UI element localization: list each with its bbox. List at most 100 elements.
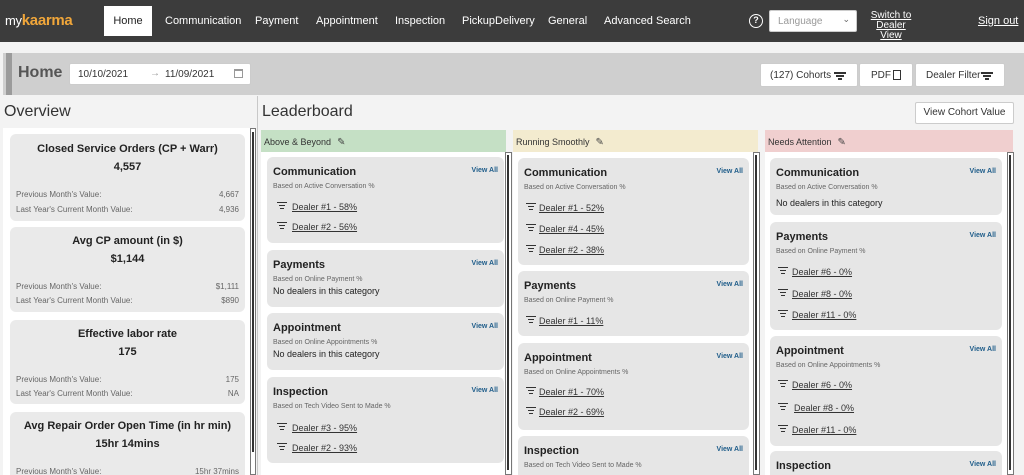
date-range-picker[interactable]: 10/10/2021 → 11/09/2021 <box>69 63 251 85</box>
card-title: Communication <box>273 166 357 178</box>
nav-home[interactable]: Home <box>104 6 152 36</box>
metric-card: Payments View All Based on Online Paymen… <box>770 222 1002 330</box>
last-year-value: 4,936 <box>218 205 239 214</box>
brand-logo[interactable]: mykaarma <box>5 12 73 29</box>
dealer-link[interactable]: Dealer #8 - 0% <box>794 403 854 413</box>
card-title: Payments <box>524 280 576 292</box>
nav-payment[interactable]: Payment <box>255 0 298 42</box>
dealer-link[interactable]: Dealer #2 - 38% <box>539 245 604 255</box>
dealer-link[interactable]: Dealer #1 - 52% <box>539 203 604 213</box>
dealer-link[interactable]: Dealer #11 - 0% <box>792 425 856 435</box>
dealer-link[interactable]: Dealer #1 - 70% <box>539 387 604 397</box>
overview-scrollbar[interactable] <box>250 128 256 475</box>
metric-card: Communication View All Based on Active C… <box>770 158 1002 215</box>
switch-dealer-view-link[interactable]: Switch to Dealer View <box>866 11 916 41</box>
pdf-button[interactable]: PDF <box>859 63 913 87</box>
view-all-link[interactable]: View All <box>970 168 996 175</box>
sign-out-link[interactable]: Sign out <box>978 15 1018 27</box>
overview-title: Overview <box>4 103 71 120</box>
card-subtitle: Based on Online Appointments % <box>776 362 881 369</box>
pencil-icon[interactable]: ✎ <box>596 137 604 148</box>
card-title: Payments <box>776 231 828 243</box>
overview-card: Avg Repair Order Open Time (in hr min) 1… <box>10 412 245 475</box>
view-all-link[interactable]: View All <box>717 168 743 175</box>
leaderboard-title: Leaderboard <box>262 103 353 120</box>
dealer-link[interactable]: Dealer #4 - 45% <box>539 224 604 234</box>
view-all-link[interactable]: View All <box>472 260 498 267</box>
list-icon <box>526 407 536 415</box>
column-scrollbar[interactable] <box>1007 152 1014 475</box>
list-icon <box>526 387 536 395</box>
card-subtitle: Based on Online Appointments % <box>524 369 629 376</box>
view-cohort-value-button[interactable]: View Cohort Value <box>915 102 1014 124</box>
dealer-link[interactable]: Dealer #1 - 58% <box>292 202 357 212</box>
calendar-icon[interactable] <box>234 69 243 78</box>
last-year-label: Last Year's Current Month Value: <box>16 205 133 214</box>
list-icon <box>277 222 287 230</box>
dealer-link[interactable]: Dealer #2 - 69% <box>539 407 604 417</box>
metric-card: Communication View All Based on Active C… <box>518 158 749 265</box>
column-above-beyond: Above & Beyond ✎ Communication View All B… <box>261 130 506 475</box>
list-icon <box>778 403 788 411</box>
view-all-link[interactable]: View All <box>472 387 498 394</box>
metric-card: Inspection View All Based on Tech Video … <box>518 436 749 475</box>
last-year-label: Last Year's Current Month Value: <box>16 296 133 305</box>
view-all-link[interactable]: View All <box>717 353 743 360</box>
nav-general[interactable]: General <box>548 0 587 42</box>
view-all-link[interactable]: View All <box>717 281 743 288</box>
dealer-link[interactable]: Dealer #3 - 95% <box>292 423 357 433</box>
card-subtitle: Based on Active Conversation % <box>776 184 878 191</box>
empty-message: No dealers in this category <box>273 286 380 296</box>
metric-card: Payments View All Based on Online Paymen… <box>518 271 749 336</box>
scrollbar-thumb[interactable] <box>507 155 509 470</box>
language-select[interactable]: Language ⌄ <box>769 10 857 32</box>
dealer-link[interactable]: Dealer #11 - 0% <box>792 310 856 320</box>
card-subtitle: Based on Online Payment % <box>776 248 866 255</box>
pencil-icon[interactable]: ✎ <box>337 137 345 148</box>
list-icon <box>526 316 536 324</box>
list-icon <box>526 245 536 253</box>
view-all-link[interactable]: View All <box>970 232 996 239</box>
dealer-link[interactable]: Dealer #6 - 0% <box>792 380 852 390</box>
card-title: Inspection <box>776 460 832 472</box>
view-all-link[interactable]: View All <box>472 323 498 330</box>
cohorts-button[interactable]: (127) Cohorts <box>760 63 858 87</box>
view-all-link[interactable]: View All <box>717 446 743 453</box>
list-icon <box>778 425 788 433</box>
list-icon <box>778 380 788 388</box>
dealer-link[interactable]: Dealer #8 - 0% <box>792 289 852 299</box>
date-from: 10/10/2021 <box>78 69 129 80</box>
dealer-link[interactable]: Dealer #1 - 11% <box>539 316 603 326</box>
metric-card: Communication View All Based on Active C… <box>267 157 504 243</box>
nav-communication[interactable]: Communication <box>165 0 241 42</box>
dealer-filter-button[interactable]: Dealer Filter <box>915 63 1005 87</box>
scrollbar-thumb[interactable] <box>755 155 757 470</box>
scrollbar-thumb[interactable] <box>1009 155 1011 470</box>
nav-advanced-search[interactable]: Advanced Search <box>604 0 691 42</box>
prev-month-label: Previous Month's Value: <box>16 467 102 475</box>
nav-appointment[interactable]: Appointment <box>316 0 378 42</box>
metric-card: Payments View All Based on Online Paymen… <box>267 250 504 307</box>
pencil-icon[interactable]: ✎ <box>838 137 846 148</box>
card-subtitle: Based on Tech Video Sent to Made % <box>273 403 391 410</box>
header-accent <box>6 53 12 95</box>
dealer-link[interactable]: Dealer #2 - 93% <box>292 443 357 453</box>
view-all-link[interactable]: View All <box>970 346 996 353</box>
dealer-link[interactable]: Dealer #2 - 56% <box>292 222 357 232</box>
help-icon[interactable]: ? <box>749 14 763 28</box>
dealer-link[interactable]: Dealer #6 - 0% <box>792 267 852 277</box>
nav-pickup-delivery[interactable]: PickupDelivery <box>462 0 535 42</box>
view-all-link[interactable]: View All <box>970 461 996 468</box>
column-scrollbar[interactable] <box>753 152 760 475</box>
scrollbar-thumb[interactable] <box>252 132 254 452</box>
card-title: Communication <box>776 167 860 179</box>
pdf-icon <box>893 70 901 80</box>
metric-card: Appointment View All Based on Online App… <box>267 313 504 370</box>
view-all-link[interactable]: View All <box>472 167 498 174</box>
card-title: Payments <box>273 259 325 271</box>
card-title: Appointment <box>776 345 844 357</box>
nav-inspection[interactable]: Inspection <box>395 0 445 42</box>
prev-month-label: Previous Month's Value: <box>16 282 102 291</box>
arrow-right-icon: → <box>150 68 160 79</box>
column-scrollbar[interactable] <box>505 152 512 475</box>
